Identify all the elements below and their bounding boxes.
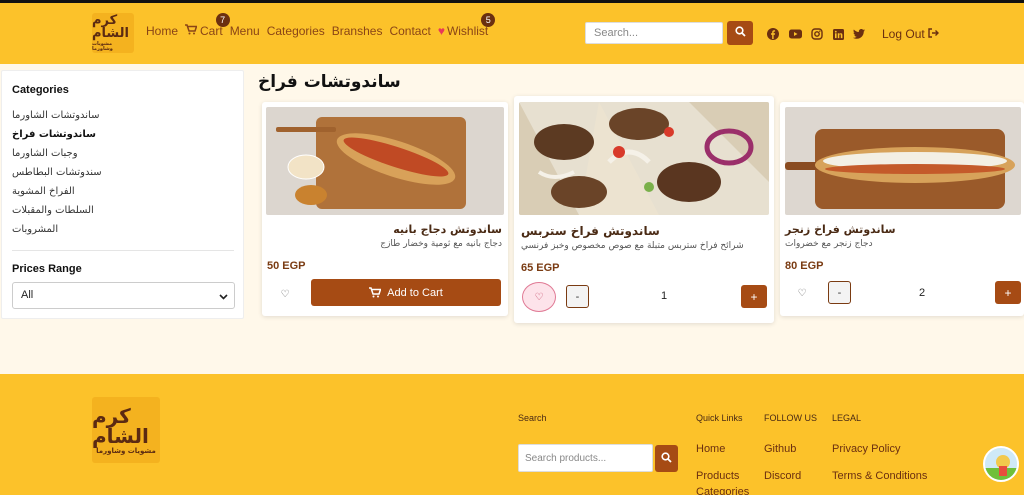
product-name[interactable]: ساندوتش فراخ زنجر	[785, 223, 896, 236]
category-item-active[interactable]: ساندوتشات فراخ	[12, 129, 96, 140]
footer-link-privacy[interactable]: Privacy Policy	[832, 443, 900, 455]
category-item[interactable]: السلطات والمقبلات	[12, 205, 94, 216]
product-description: دجاج زنجر مع خضروات	[785, 239, 873, 249]
main-nav: Home Cart 7 Menu Categories Branshes Con…	[146, 13, 496, 38]
nav-categories[interactable]: Categories	[267, 24, 325, 38]
nav-cart[interactable]: Cart 7	[185, 13, 230, 38]
category-item[interactable]: سندوتشات البطاطس	[12, 167, 102, 178]
wishlist-count-badge: 5	[481, 13, 496, 27]
logout-label: Log Out	[882, 27, 925, 41]
filter-sidebar: Categories ساندوتشات الشاورما ساندوتشات …	[1, 70, 244, 319]
instagram-icon[interactable]	[810, 27, 824, 41]
product-description: شرائح فراخ ستربس متبلة مع صوص مخصوص وخبز…	[521, 241, 744, 251]
nav-home[interactable]: Home	[146, 24, 178, 38]
chat-widget-button[interactable]	[983, 446, 1019, 482]
product-image	[266, 107, 504, 215]
price-range-title: Prices Range	[12, 263, 82, 275]
add-to-cart-label: Add to Cart	[387, 286, 443, 299]
footer-search-input[interactable]: Search products...	[518, 444, 653, 472]
increase-qty-button[interactable]: +	[995, 281, 1021, 304]
product-price: 65 EGP	[521, 262, 560, 274]
heart-outline-icon: ♡	[797, 287, 807, 299]
facebook-icon[interactable]	[766, 27, 780, 41]
nav-menu[interactable]: Menu	[230, 24, 260, 38]
logo-text: كرم الشام	[92, 13, 129, 41]
footer-search-title: Search	[518, 413, 547, 423]
quantity-value: 2	[919, 287, 926, 299]
quantity-value: 1	[661, 290, 668, 302]
footer-link-categories[interactable]: Categories	[696, 486, 749, 495]
footer-link-github[interactable]: Github	[764, 443, 796, 455]
wishlist-toggle[interactable]: ♡	[794, 285, 810, 301]
footer-link-home[interactable]: Home	[696, 443, 725, 455]
category-item[interactable]: المشروبات	[12, 224, 58, 235]
footer-search-button[interactable]	[655, 445, 678, 472]
price-range-value: All	[21, 289, 34, 301]
logo-subtext: مشويات وشاورما	[92, 41, 113, 52]
footer-link-discord[interactable]: Discord	[764, 470, 801, 482]
legal-title: LEGAL	[832, 413, 862, 423]
nav-wishlist[interactable]: ♥ Wishlist 5	[437, 13, 496, 38]
logo-text: كرم الشام	[92, 403, 149, 448]
wishlist-toggle[interactable]: ♡	[522, 282, 556, 312]
category-item[interactable]: ساندوتشات الشاورما	[12, 110, 100, 121]
product-name[interactable]: ساندوتش فراخ ستربس	[521, 224, 660, 238]
chevron-down-icon	[219, 291, 228, 303]
quick-links-title: Quick Links	[696, 413, 743, 423]
nav-contact[interactable]: Contact	[389, 24, 430, 38]
youtube-icon[interactable]	[788, 27, 802, 41]
product-price: 80 EGP	[785, 260, 824, 272]
search-icon	[661, 450, 672, 468]
decrease-qty-button[interactable]: -	[566, 285, 589, 308]
add-to-cart-button[interactable]: Add to Cart	[311, 279, 501, 306]
heart-icon: ♥	[437, 24, 445, 38]
product-price: 50 EGP	[267, 260, 306, 272]
category-item[interactable]: الفراخ المشوية	[12, 186, 75, 197]
category-item[interactable]: وجبات الشاورما	[12, 148, 78, 159]
search-icon	[734, 24, 746, 42]
heart-outline-icon: ♡	[534, 291, 544, 303]
logout-icon	[928, 27, 940, 41]
twitter-icon[interactable]	[852, 27, 866, 41]
product-card: ساندوتش دجاج بانيه دجاج بانيه مع ثومية و…	[262, 102, 508, 316]
product-card: ساندوتش فراخ زنجر دجاج زنجر مع خضروات 80…	[780, 102, 1024, 316]
cart-icon	[369, 287, 382, 298]
section-title: ساندوتشات فراخ	[258, 72, 401, 92]
cart-icon	[185, 24, 198, 38]
follow-us-title: FOLLOW US	[764, 413, 818, 423]
logout-link[interactable]: Log Out	[882, 27, 940, 41]
categories-title: Categories	[12, 84, 69, 96]
cart-count-badge: 7	[215, 13, 230, 27]
nav-wishlist-label: Wishlist	[446, 24, 489, 38]
header-search-button[interactable]	[727, 21, 753, 45]
product-card: ساندوتش فراخ ستربس شرائح فراخ ستربس متبل…	[514, 96, 774, 323]
price-range-select[interactable]: All	[12, 282, 235, 309]
product-image	[785, 107, 1021, 215]
product-description: دجاج بانيه مع ثومية وخضار طازج	[380, 239, 502, 249]
linkedin-icon[interactable]	[831, 27, 845, 41]
footer-logo[interactable]: كرم الشام مشويات وشاورما	[92, 397, 160, 463]
decrease-qty-button[interactable]: -	[828, 281, 851, 304]
footer-link-terms[interactable]: Terms & Conditions	[832, 470, 927, 482]
product-image	[519, 102, 769, 215]
logo-subtext: مشويات وشاورما	[96, 446, 156, 455]
header-logo[interactable]: كرم الشام مشويات وشاورما	[92, 13, 134, 53]
nav-branches[interactable]: Branshes	[332, 24, 383, 38]
increase-qty-button[interactable]: +	[741, 285, 767, 308]
heart-outline-icon: ♡	[280, 288, 290, 300]
sidebar-divider	[12, 250, 234, 251]
header-search-input[interactable]: Search...	[585, 22, 723, 44]
product-name[interactable]: ساندوتش دجاج بانيه	[393, 223, 502, 236]
wishlist-toggle[interactable]: ♡	[277, 286, 293, 302]
footer-link-products[interactable]: Products	[696, 470, 739, 482]
